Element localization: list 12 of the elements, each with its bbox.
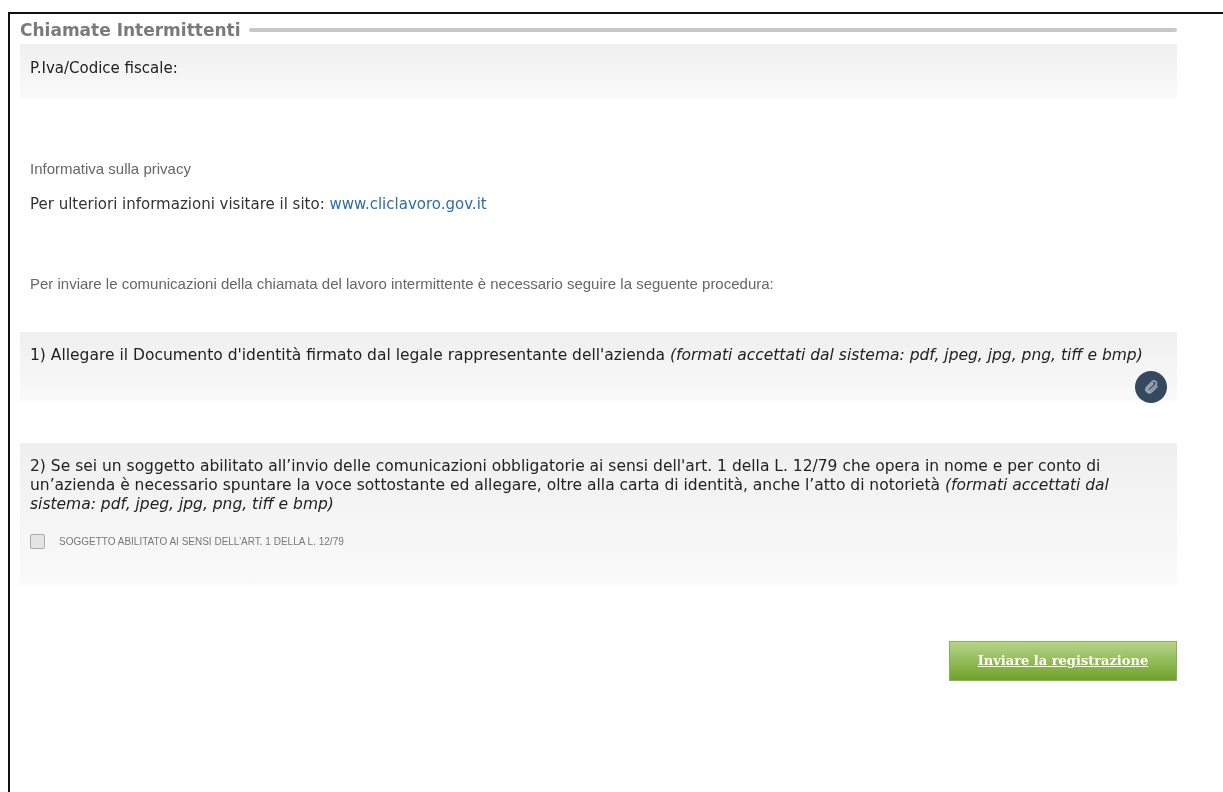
step-text: 2) Se sei un soggetto abilitato all’invio delle comunicazioni obbligatorie ai sensi dell'art. 1 della L. 12/79 che opera in nome e per conto di un’azienda è necessario spuntare la voce sottostante ed allegare, oltre alla carta di identità, anche l’atto di notorietà (formati accettati dal sistema: pdf, jpeg, jpg, png, tiff e bmp) — [30, 456, 1110, 514]
paperclip-icon — [1143, 378, 1159, 395]
site-link[interactable]: www.cliclavoro.gov.it — [329, 195, 487, 213]
checkbox-label: SOGGETTO ABILITATO AI SENSI DELL’ART. 1 DELLA L. 12/79 — [59, 535, 344, 547]
privacy-info: Per ulteriori informazioni visitare il sito: www.cliclavoro.gov.it — [30, 195, 488, 213]
checkbox[interactable] — [30, 533, 45, 549]
section-title: Chiamate Intermittenti — [20, 20, 241, 40]
procedure-intro: Per inviare le comunicazioni della chiamata del lavoro intermittente è necessario seguire la seguente procedura: — [30, 275, 775, 292]
privacy-title: Informativa sulla privacy — [30, 160, 192, 177]
step-text: 1) Allegare il Documento d'identità firmato dal legale rappresentante dell'azienda (formati accettati dal sistema: pdf, jpeg, jpg, png, tiff e bmp) — [30, 346, 1144, 365]
attach-button[interactable] — [1135, 370, 1167, 403]
fiscal-code-label: P.Iva/Codice fiscale: — [30, 59, 178, 77]
